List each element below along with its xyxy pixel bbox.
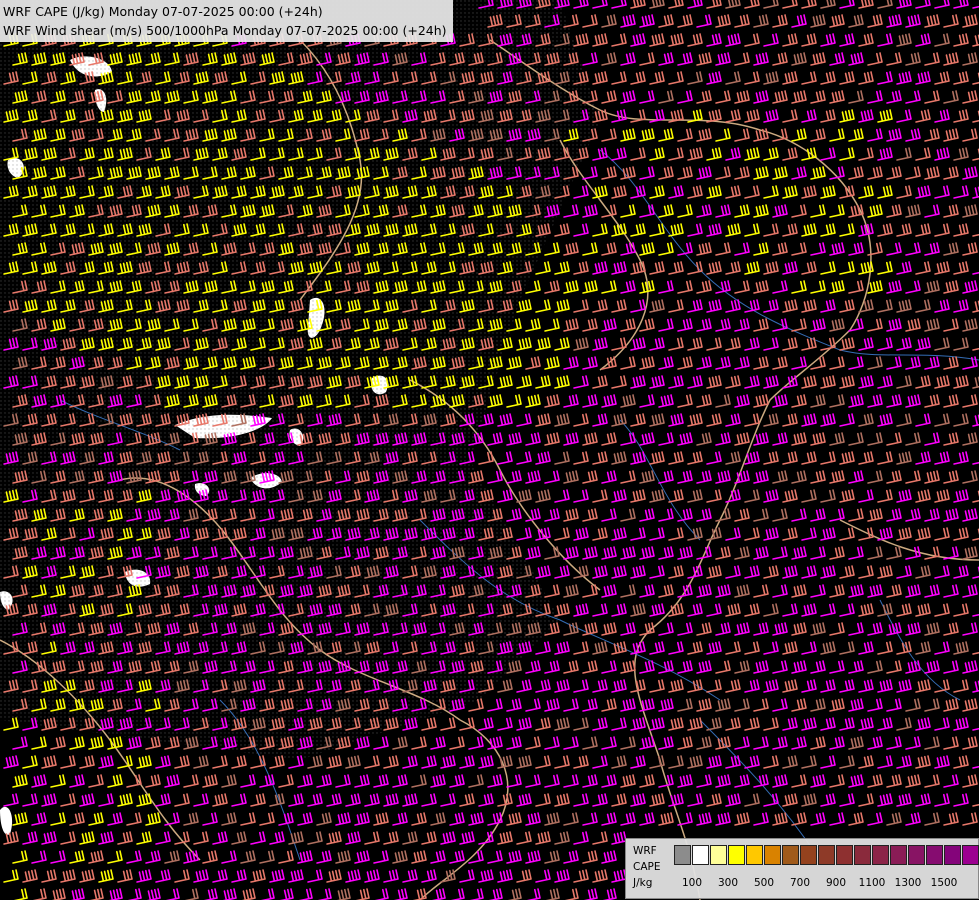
legend-swatch [674, 845, 691, 865]
legend-swatch [962, 845, 979, 865]
legend-swatch [800, 845, 817, 865]
cape-legend: WRF CAPE J/kg 100 300 500 700 900 1100 1300 150… [625, 838, 979, 899]
map-title: WRF CAPE (J/kg) Monday 07-07-2025 00:00 … [0, 0, 453, 42]
legend-tick-label: 300 [717, 877, 739, 889]
legend-swatch [692, 845, 709, 865]
legend-color-scale [674, 845, 979, 865]
legend-tick-label: 1500 [930, 877, 958, 889]
legend-swatch [746, 845, 763, 865]
legend-swatch [872, 845, 889, 865]
legend-swatch [908, 845, 925, 865]
legend-swatch [890, 845, 907, 865]
legend-variable-label: CAPE [633, 861, 661, 873]
legend-tick-label: 500 [753, 877, 775, 889]
legend-swatch [728, 845, 745, 865]
legend-swatch [926, 845, 943, 865]
title-wind-shear: WRF Wind shear (m/s) 500/1000hPa Monday … [3, 23, 447, 38]
legend-swatch [836, 845, 853, 865]
legend-unit-label: J/kg [633, 877, 653, 889]
legend-swatch [764, 845, 781, 865]
legend-tick-label: 1100 [858, 877, 886, 889]
legend-tick-label: 100 [681, 877, 703, 889]
legend-swatch [710, 845, 727, 865]
title-cape: WRF CAPE (J/kg) Monday 07-07-2025 00:00 … [3, 4, 323, 19]
legend-model-label: WRF [633, 845, 657, 857]
legend-swatch [944, 845, 961, 865]
legend-swatch [818, 845, 835, 865]
legend-tick-label: 700 [789, 877, 811, 889]
wind-shear-map [0, 0, 979, 900]
legend-tick-label: 1300 [894, 877, 922, 889]
legend-swatch [854, 845, 871, 865]
legend-swatch [782, 845, 799, 865]
legend-tick-label: 900 [825, 877, 847, 889]
